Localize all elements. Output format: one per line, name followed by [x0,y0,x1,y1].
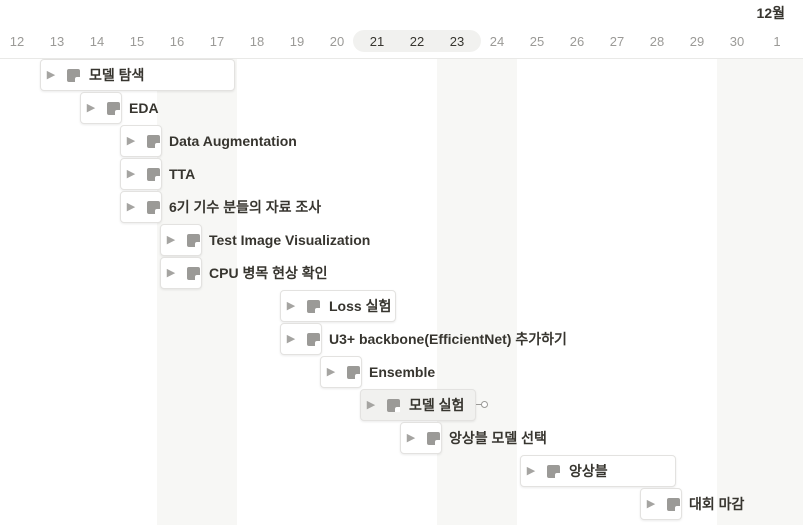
page-icon [307,299,320,313]
task-title[interactable]: U3+ backbone(EfficientNet) 추가하기 [329,329,567,349]
task-title[interactable]: 모델 탐색 [89,65,144,85]
day-label: 1 [773,34,781,49]
day-label: 20 [329,34,345,49]
triangle-right-icon[interactable]: ▶ [125,135,137,147]
triangle-right-icon[interactable]: ▶ [525,465,537,477]
task-title[interactable]: EDA [129,100,159,116]
task-item[interactable]: ▶ Loss 실험 [285,290,392,322]
day-label: 19 [289,34,305,49]
triangle-right-icon[interactable]: ▶ [285,333,297,345]
triangle-right-icon[interactable]: ▶ [645,498,657,510]
task-title[interactable]: 6기 기수 분들의 자료 조사 [169,197,321,217]
page-icon [67,68,80,82]
weekend-band [717,58,803,525]
day-label: 26 [569,34,585,49]
task-title[interactable]: TTA [169,166,195,182]
triangle-right-icon[interactable]: ▶ [365,399,377,411]
task-item[interactable]: ▶ 모델 실험 [365,389,465,421]
task-title[interactable]: Loss 실험 [329,296,391,316]
timeline-header: 12월 12 13 14 15 16 17 18 19 20 21 22 23 24 25 26 27 28 29… [0,0,803,58]
task-item[interactable]: ▶ U3+ backbone(EfficientNet) 추가하기 [285,323,567,355]
dependency-handle-icon[interactable] [481,401,488,408]
day-label: 25 [529,34,545,49]
page-icon [427,431,440,445]
task-item[interactable]: ▶ 앙상블 [525,455,608,487]
task-title[interactable]: 모델 실험 [409,395,464,415]
triangle-right-icon[interactable]: ▶ [165,267,177,279]
page-icon [147,200,160,214]
day-label: 13 [49,34,65,49]
day-label: 30 [729,34,745,49]
triangle-right-icon[interactable]: ▶ [325,366,337,378]
day-label: 28 [649,34,665,49]
day-label: 23 [449,34,465,49]
task-item[interactable]: ▶ Ensemble [325,356,435,388]
page-icon [347,365,360,379]
triangle-right-icon[interactable]: ▶ [85,102,97,114]
triangle-right-icon[interactable]: ▶ [285,300,297,312]
triangle-right-icon[interactable]: ▶ [125,168,137,180]
month-label: 12월 [756,5,785,21]
triangle-right-icon[interactable]: ▶ [405,432,417,444]
task-item[interactable]: ▶ 앙상블 모델 선택 [405,422,547,454]
weekend-band [437,58,517,525]
page-icon [187,233,200,247]
page-icon [187,266,200,280]
task-item[interactable]: ▶ TTA [125,158,195,190]
task-item[interactable]: ▶ Test Image Visualization [165,224,371,256]
task-title[interactable]: Test Image Visualization [209,232,370,248]
day-label: 22 [409,34,425,49]
task-item[interactable]: ▶ 6기 기수 분들의 자료 조사 [125,191,321,223]
task-title[interactable]: 대회 마감 [689,494,744,514]
page-icon [307,332,320,346]
day-label: 18 [249,34,265,49]
page-icon [387,398,400,412]
task-title[interactable]: Data Augmentation [169,133,297,149]
day-label: 14 [89,34,105,49]
day-label: 24 [489,34,505,49]
day-label: 27 [609,34,625,49]
task-title[interactable]: Ensemble [369,364,435,380]
task-item[interactable]: ▶ Data Augmentation [125,125,297,157]
task-title[interactable]: CPU 병목 현상 확인 [209,263,328,283]
day-label: 17 [209,34,225,49]
triangle-right-icon[interactable]: ▶ [125,201,137,213]
triangle-right-icon[interactable]: ▶ [45,69,57,81]
page-icon [147,167,160,181]
day-label: 15 [129,34,145,49]
day-label: 21 [369,34,385,49]
task-item[interactable]: ▶ CPU 병목 현상 확인 [165,257,328,289]
task-item[interactable]: ▶ EDA [85,92,159,124]
page-icon [547,464,560,478]
day-label: 29 [689,34,705,49]
triangle-right-icon[interactable]: ▶ [165,234,177,246]
timeline-view: 12월 12 13 14 15 16 17 18 19 20 21 22 23 24 25 26 27 28 29… [0,0,803,525]
task-title[interactable]: 앙상블 [569,461,608,481]
day-label: 12 [9,34,25,49]
page-icon [667,497,680,511]
page-icon [147,134,160,148]
task-title[interactable]: 앙상블 모델 선택 [449,428,547,448]
day-label: 16 [169,34,185,49]
task-item[interactable]: ▶ 모델 탐색 [45,59,145,91]
task-item[interactable]: ▶ 대회 마감 [645,488,745,520]
page-icon [107,101,120,115]
